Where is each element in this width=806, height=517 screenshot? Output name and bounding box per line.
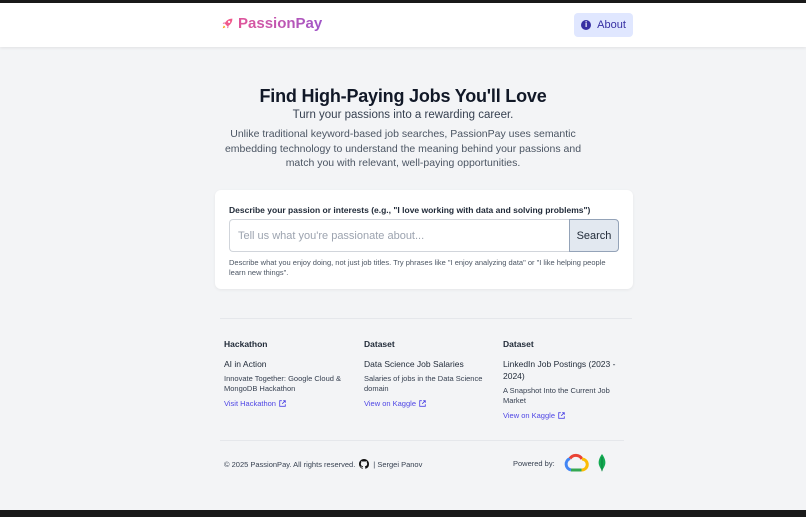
- visit-hackathon-link[interactable]: Visit Hackathon: [224, 399, 286, 408]
- copyright-text: © 2025 PassionPay. All rights reserved.: [224, 459, 356, 469]
- author-name[interactable]: | Sergei Panov: [373, 460, 422, 469]
- footer-column-hackathon: Hackathon AI in Action Innovate Together…: [224, 339, 349, 411]
- footer-column-description: A Snapshot Into the Current Job Market: [503, 386, 610, 405]
- link-label: Visit Hackathon: [224, 399, 276, 408]
- footer-divider-bottom: [220, 440, 624, 441]
- footer-column-dataset-linkedin: Dataset LinkedIn Job Postings (2023 - 20…: [503, 339, 628, 423]
- hero-description: Unlike traditional keyword-based job sea…: [224, 128, 582, 169]
- view-on-kaggle-link[interactable]: View on Kaggle: [503, 411, 565, 420]
- footer-column-heading: Dataset: [503, 339, 534, 349]
- page-title: Find High-Paying Jobs You'll Love: [259, 86, 547, 106]
- brand-logo[interactable]: PassionPay: [221, 15, 322, 32]
- app-frame: PassionPay i About Find High-Paying Jobs…: [0, 3, 806, 513]
- brand-name: PassionPay: [238, 15, 323, 32]
- external-link-icon: [558, 412, 565, 419]
- search-button[interactable]: Search: [569, 219, 619, 252]
- footer-column-description: Salaries of jobs in the Data Science dom…: [364, 374, 483, 393]
- top-navbar: PassionPay i About: [0, 3, 806, 47]
- footer-copyright: © 2025 PassionPay. All rights reserved. …: [224, 459, 422, 469]
- search-hint: Describe what you enjoy doing, not just …: [229, 258, 606, 277]
- link-label: View on Kaggle: [364, 399, 416, 408]
- external-link-icon: [279, 400, 286, 407]
- footer-column-heading: Dataset: [364, 339, 395, 349]
- powered-by: Powered by:: [513, 453, 607, 473]
- window-bottom-edge: [0, 510, 806, 517]
- mongodb-leaf-icon: [598, 454, 606, 472]
- footer-column-title: LinkedIn Job Postings (2023 - 2024): [503, 359, 616, 381]
- link-label: View on Kaggle: [503, 411, 555, 420]
- view-on-kaggle-link[interactable]: View on Kaggle: [364, 399, 426, 408]
- powered-by-label: Powered by:: [513, 458, 555, 468]
- page-subtitle: Turn your passions into a rewarding care…: [292, 109, 514, 121]
- google-cloud-icon: [564, 453, 589, 472]
- footer-divider-top: [220, 318, 632, 319]
- search-label: Describe your passion or interests (e.g.…: [229, 205, 591, 215]
- passion-search-input[interactable]: [229, 219, 570, 252]
- rocket-icon: [222, 18, 233, 29]
- hero-section: Find High-Paying Jobs You'll Love Turn y…: [200, 86, 606, 171]
- footer-column-title: AI in Action: [224, 359, 267, 369]
- external-link-icon: [419, 400, 426, 407]
- info-icon: i: [581, 20, 592, 30]
- about-button[interactable]: i About: [574, 13, 633, 37]
- about-label: About: [597, 19, 626, 31]
- search-card: Describe your passion or interests (e.g.…: [215, 190, 633, 289]
- footer-column-description: Innovate Together: Google Cloud & MongoD…: [224, 374, 342, 393]
- footer-column-dataset-salaries: Dataset Data Science Job Salaries Salari…: [364, 339, 489, 411]
- footer-column-heading: Hackathon: [224, 339, 268, 349]
- footer-column-title: Data Science Job Salaries: [364, 359, 464, 369]
- github-icon[interactable]: [359, 459, 370, 469]
